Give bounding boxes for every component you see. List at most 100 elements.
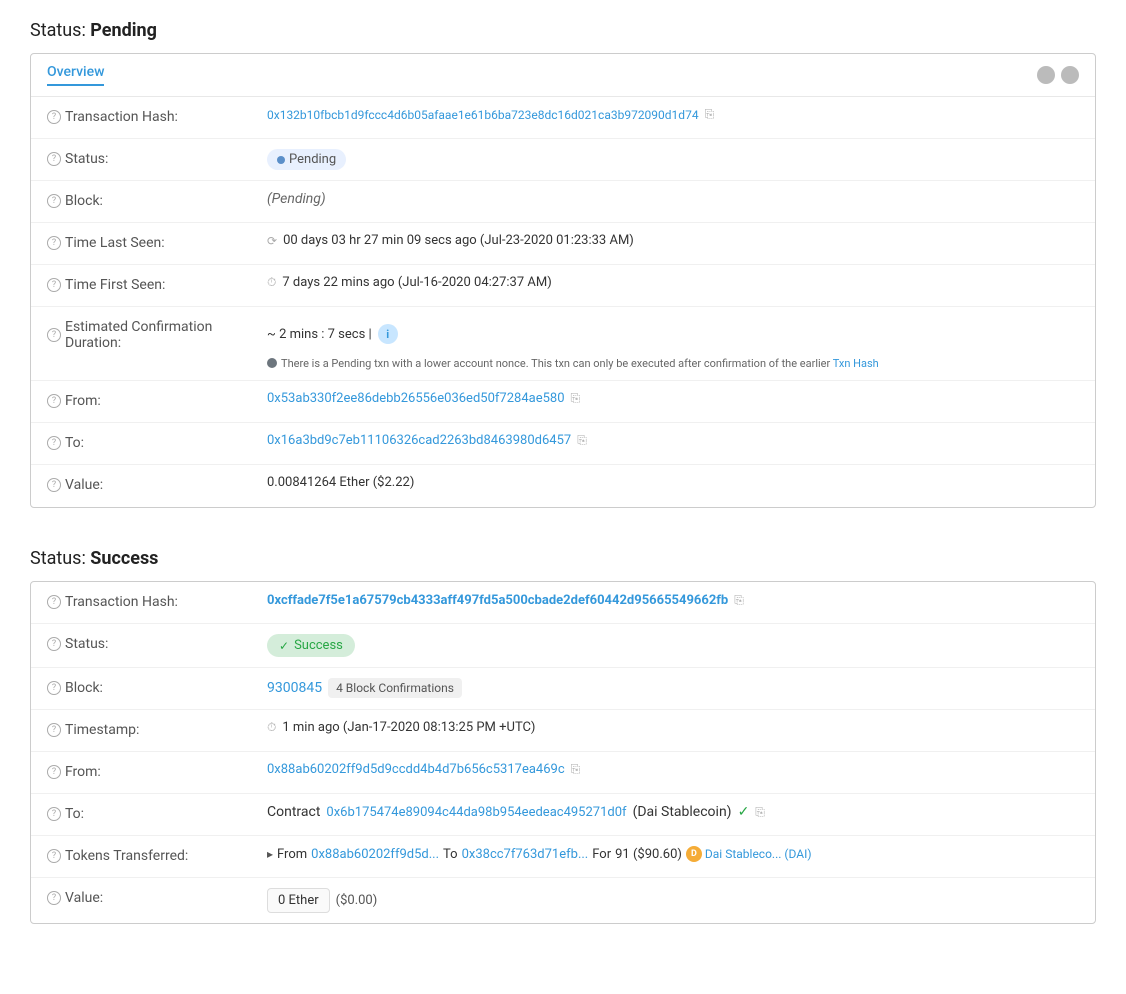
arrow-icon: ▸: [267, 847, 273, 861]
block-number-link[interactable]: 9300845: [267, 680, 322, 696]
success-to-value: Contract 0x6b175474e89094c44da98b954eede…: [267, 804, 1079, 820]
pending-time-last-seen-value: ⟳ 00 days 03 hr 27 min 09 secs ago (Jul-…: [267, 233, 1079, 248]
success-value-label: ? Value:: [47, 888, 267, 906]
from-link[interactable]: 0x53ab330f2ee86debb26556e036ed50f7284ae5…: [267, 391, 565, 406]
pending-block-row: ? Block: (Pending): [31, 181, 1095, 223]
copy-icon[interactable]: ⎘: [705, 107, 715, 122]
help-icon[interactable]: ?: [47, 394, 61, 408]
pending-tx-hash-value: 0x132b10fbcb1d9fccc4d6b05afaae1e61b6ba72…: [267, 107, 1079, 122]
copy-icon[interactable]: ⎘: [755, 805, 765, 820]
success-status-value: Success: [267, 634, 1079, 657]
pending-time-last-seen-label: ? Time Last Seen:: [47, 233, 267, 251]
tx-hash-link[interactable]: 0x132b10fbcb1d9fccc4d6b05afaae1e61b6ba72…: [267, 108, 699, 122]
success-badge: Success: [267, 634, 355, 657]
success-to-label: ? To:: [47, 804, 267, 822]
success-tokens-value: ▸ From 0x88ab60202ff9d5d... To 0x38cc7f7…: [267, 846, 1079, 862]
success-card: ? Transaction Hash: 0xcffade7f5e1a67579c…: [30, 581, 1096, 924]
overview-tab[interactable]: Overview: [47, 64, 104, 86]
help-icon[interactable]: ?: [47, 194, 61, 208]
circle-btn-1[interactable]: [1037, 66, 1055, 84]
help-icon[interactable]: ?: [47, 765, 61, 779]
pending-status-value: Pending: [267, 149, 1079, 170]
from-link[interactable]: 0x88ab60202ff9d5d9ccdd4b4d7b656c5317ea46…: [267, 762, 565, 777]
pending-time-last-seen-row: ? Time Last Seen: ⟳ 00 days 03 hr 27 min…: [31, 223, 1095, 265]
success-tx-hash-row: ? Transaction Hash: 0xcffade7f5e1a67579c…: [31, 582, 1095, 624]
value-ether-box: 0 Ether: [267, 888, 330, 913]
header-controls: [1037, 66, 1079, 84]
tokens-transfer-detail: ▸ From 0x88ab60202ff9d5d... To 0x38cc7f7…: [267, 846, 812, 862]
help-icon[interactable]: ?: [47, 849, 61, 863]
copy-icon[interactable]: ⎘: [571, 762, 581, 777]
pending-est-conf-row: ? Estimated Confirmation Duration: ~ 2 m…: [31, 307, 1095, 381]
pending-tx-hash-row: ? Transaction Hash: 0x132b10fbcb1d9fccc4…: [31, 97, 1095, 139]
help-icon[interactable]: ?: [47, 478, 61, 492]
success-timestamp-label: ? Timestamp:: [47, 720, 267, 738]
tx-hash-link[interactable]: 0xcffade7f5e1a67579cb4333aff497fd5a500cb…: [267, 593, 728, 608]
clock-icon: ⏱: [267, 275, 276, 290]
help-icon[interactable]: ?: [47, 807, 61, 821]
success-tokens-label: ? Tokens Transferred:: [47, 846, 267, 864]
tokens-to-link[interactable]: 0x38cc7f763d71efb...: [462, 847, 589, 862]
pending-card: Overview ? Transaction Hash: 0x132b10fbc…: [30, 53, 1096, 508]
pending-block-value: (Pending): [267, 191, 1079, 207]
help-icon[interactable]: ?: [47, 110, 61, 124]
to-link[interactable]: 0x16a3bd9c7eb11106326cad2263bd8463980d64…: [267, 433, 571, 448]
dai-link[interactable]: Dai Stableco... (DAI): [705, 847, 812, 861]
info-dot: [267, 358, 277, 368]
pending-block-label: ? Block:: [47, 191, 267, 209]
success-section-title: Status: Success: [30, 548, 1096, 569]
pending-time-first-seen-row: ? Time First Seen: ⏱ 7 days 22 mins ago …: [31, 265, 1095, 307]
help-icon[interactable]: ?: [47, 723, 61, 737]
to-contract-link[interactable]: 0x6b175474e89094c44da98b954eedeac495271d…: [326, 805, 626, 820]
block-confirmations-badge: 4 Block Confirmations: [328, 678, 462, 698]
help-icon[interactable]: ?: [47, 681, 61, 695]
copy-icon[interactable]: ⎘: [734, 593, 744, 608]
card-header: Overview: [31, 54, 1095, 97]
help-icon[interactable]: ?: [47, 278, 61, 292]
help-icon[interactable]: ?: [47, 891, 61, 905]
circle-btn-2[interactable]: [1061, 66, 1079, 84]
copy-icon[interactable]: ⎘: [571, 391, 581, 406]
help-icon[interactable]: ?: [47, 328, 61, 342]
success-value-value: 0 Ether ($0.00): [267, 888, 1079, 913]
pending-from-label: ? From:: [47, 391, 267, 409]
dai-icon: D: [686, 846, 702, 862]
help-icon[interactable]: ?: [47, 436, 61, 450]
success-status-label: ? Status:: [47, 634, 267, 652]
pending-est-conf-label: ? Estimated Confirmation Duration:: [47, 317, 267, 351]
help-icon[interactable]: ?: [47, 637, 61, 651]
pending-from-value: 0x53ab330f2ee86debb26556e036ed50f7284ae5…: [267, 391, 1079, 406]
success-from-value: 0x88ab60202ff9d5d9ccdd4b4d7b656c5317ea46…: [267, 762, 1079, 777]
pending-time-first-seen-label: ? Time First Seen:: [47, 275, 267, 293]
success-tokens-row: ? Tokens Transferred: ▸ From 0x88ab60202…: [31, 836, 1095, 878]
dai-token-badge: D Dai Stableco... (DAI): [686, 846, 812, 862]
pending-time-first-seen-value: ⏱ 7 days 22 mins ago (Jul-16-2020 04:27:…: [267, 275, 1079, 290]
pending-value-row: ? Value: 0.00841264 Ether ($2.22): [31, 465, 1095, 507]
est-conf-note: There is a Pending txn with a lower acco…: [267, 357, 879, 370]
success-from-label: ? From:: [47, 762, 267, 780]
verified-icon: ✓: [738, 804, 750, 820]
pending-section-title: Status: Pending: [30, 20, 1096, 41]
clock-icon: ⏱: [267, 720, 276, 735]
help-icon[interactable]: ?: [47, 152, 61, 166]
pending-badge: Pending: [267, 149, 346, 170]
pending-to-label: ? To:: [47, 433, 267, 451]
help-icon[interactable]: ?: [47, 236, 61, 250]
success-tx-hash-value: 0xcffade7f5e1a67579cb4333aff497fd5a500cb…: [267, 592, 1079, 608]
spinner-icon: ⟳: [267, 234, 277, 248]
pending-from-row: ? From: 0x53ab330f2ee86debb26556e036ed50…: [31, 381, 1095, 423]
txn-hash-link[interactable]: Txn Hash: [833, 357, 879, 370]
pending-est-conf-value: ~ 2 mins : 7 secs | i: [267, 317, 1079, 351]
success-block-row: ? Block: 9300845 4 Block Confirmations: [31, 668, 1095, 710]
success-timestamp-value: ⏱ 1 min ago (Jan-17-2020 08:13:25 PM +UT…: [267, 720, 1079, 735]
success-block-label: ? Block:: [47, 678, 267, 696]
pending-status-row: ? Status: Pending: [31, 139, 1095, 181]
tokens-from-link[interactable]: 0x88ab60202ff9d5d...: [311, 847, 439, 862]
success-to-row: ? To: Contract 0x6b175474e89094c44da98b9…: [31, 794, 1095, 836]
success-tx-hash-label: ? Transaction Hash:: [47, 592, 267, 610]
copy-icon[interactable]: ⎘: [577, 433, 587, 448]
help-icon[interactable]: ?: [47, 595, 61, 609]
success-value-row: ? Value: 0 Ether ($0.00): [31, 878, 1095, 923]
success-block-value: 9300845 4 Block Confirmations: [267, 678, 1079, 698]
success-from-row: ? From: 0x88ab60202ff9d5d9ccdd4b4d7b656c…: [31, 752, 1095, 794]
